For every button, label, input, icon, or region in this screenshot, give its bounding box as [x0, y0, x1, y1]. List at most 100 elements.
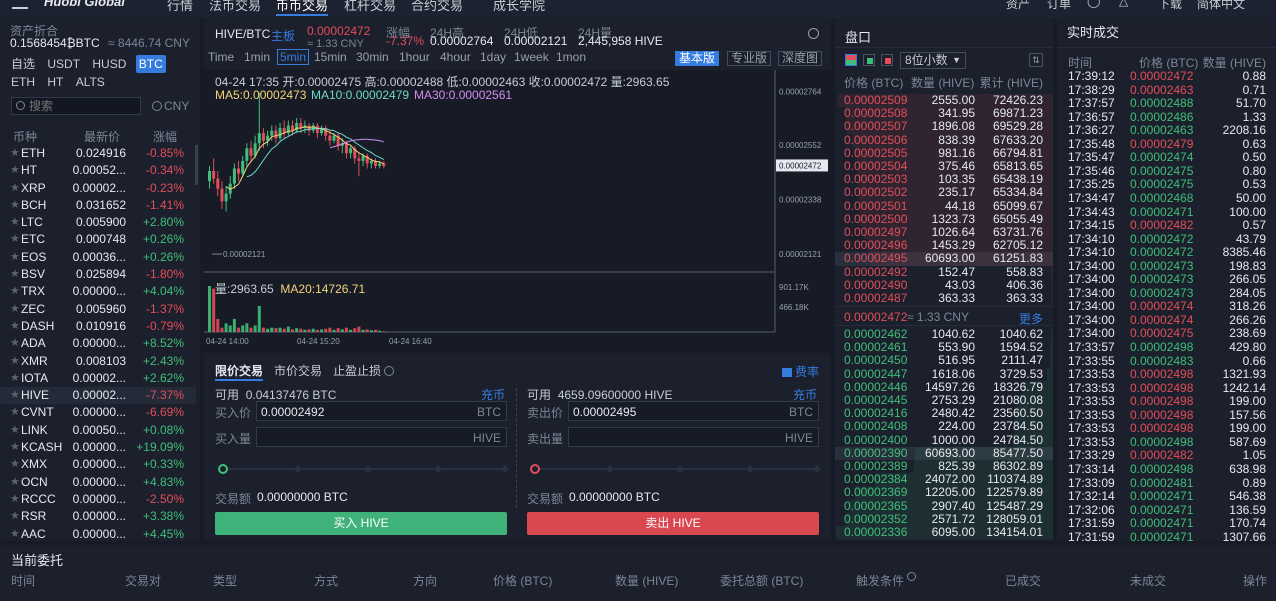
tf-1day[interactable]: 1day [480, 50, 506, 64]
book-view-asks-icon[interactable] [881, 54, 893, 66]
ask-row[interactable]: 0.00002505 981.16 66794.81 [835, 146, 1053, 160]
ask-row[interactable]: 0.00002506 838.39 67633.20 [835, 133, 1053, 147]
coin-row[interactable]: ★ LINK 0.00050... +0.08% [0, 422, 196, 439]
tf-1min[interactable]: 1min [244, 50, 270, 64]
quote-tab-husd[interactable]: HUSD [89, 55, 129, 73]
nav-download[interactable]: 下载 [1158, 0, 1182, 12]
col-price[interactable]: 最新价 [84, 128, 120, 145]
coin-row[interactable]: ★ TRX 0.00000... +4.04% [0, 283, 196, 300]
coin-row[interactable]: ★ ETC 0.000748 +0.26% [0, 231, 196, 248]
coin-row[interactable]: ★ DASH 0.010916 -0.79% [0, 318, 196, 335]
star-icon[interactable]: ★ [10, 301, 20, 318]
bid-row[interactable]: 0.00002336 6095.00 134154.01 [835, 525, 1053, 540]
star-icon[interactable]: ★ [10, 162, 20, 179]
coin-row[interactable]: ★ HT 0.00052... -0.34% [0, 162, 196, 179]
bid-row[interactable]: 0.00002446 14597.26 18326.79 [835, 380, 1053, 394]
col-change[interactable]: 涨幅 [153, 128, 177, 145]
ask-row[interactable]: 0.00002501 44.18 65099.67 [835, 199, 1053, 213]
bid-row[interactable]: 0.00002416 2480.42 23560.50 [835, 406, 1053, 421]
coin-row[interactable]: ★ BSV 0.025894 -1.80% [0, 266, 196, 283]
kline-chart[interactable]: 0.00002764 0.00002552 0.00002472 0.00002338… [204, 70, 831, 353]
buy-slider[interactable] [218, 464, 510, 474]
bid-row[interactable]: 0.00002369 12205.00 122579.89 [835, 486, 1053, 500]
quote-tab-eth[interactable]: ETH [8, 73, 38, 91]
fee-link[interactable]: 费率 [781, 363, 819, 380]
coin-row[interactable]: ★ ADA 0.00000... +8.52% [0, 335, 196, 352]
ask-row[interactable]: 0.00002507 1896.08 69529.28 [835, 120, 1053, 134]
sell-slider[interactable] [530, 464, 822, 474]
quote-tab-ht[interactable]: HT [44, 73, 66, 91]
info-icon[interactable] [384, 366, 395, 376]
ask-row[interactable]: 0.00002496 1453.29 62705.12 [835, 238, 1053, 253]
tf-4hour[interactable]: 4hour [440, 50, 471, 64]
scrollbar[interactable] [195, 145, 198, 185]
star-icon[interactable]: ★ [10, 422, 20, 439]
ask-row[interactable]: 0.00002490 43.03 406.36 [835, 278, 1053, 292]
ask-row[interactable]: 0.00002487 363.33 363.33 [835, 291, 1053, 306]
nav-assets[interactable]: 资产 [1006, 0, 1030, 12]
view-basic[interactable]: 基本版 [675, 51, 720, 66]
view-depth[interactable]: 深度图 [778, 51, 823, 66]
star-icon[interactable]: ★ [10, 370, 20, 387]
star-icon[interactable]: ★ [10, 491, 20, 508]
nav-futures[interactable]: 合约交易 [411, 0, 463, 14]
star-icon[interactable]: ★ [10, 387, 20, 404]
bid-row[interactable]: 0.00002400 1000.00 24784.50 [835, 433, 1053, 447]
star-icon[interactable]: ★ [10, 404, 20, 421]
bid-row[interactable]: 0.00002447 1618.06 3729.53 [835, 367, 1053, 381]
star-icon[interactable]: ★ [10, 456, 20, 473]
ask-row[interactable]: 0.00002495 60693.00 61251.83 [835, 252, 1053, 266]
coin-row[interactable]: ★ LTC 0.005900 +2.80% [0, 214, 196, 231]
bid-row[interactable]: 0.00002408 224.00 23784.50 [835, 420, 1053, 434]
bell-icon[interactable]: △ [1119, 0, 1128, 8]
sell-qty-input[interactable]: HIVE [568, 427, 819, 447]
slider-knob[interactable] [218, 464, 228, 474]
star-icon[interactable]: ★ [10, 266, 20, 283]
ask-row[interactable]: 0.00002500 1323.73 65055.49 [835, 212, 1053, 226]
star-icon[interactable]: ★ [10, 353, 20, 370]
merge-icon[interactable]: ⇅ [1029, 53, 1043, 67]
bid-row[interactable]: 0.00002390 60693.00 85477.50 [835, 446, 1053, 460]
quote-tab-alts[interactable]: ALTS [73, 73, 108, 91]
slider-knob[interactable] [530, 464, 540, 474]
coin-row[interactable]: ★ KCASH 0.00000... +19.09% [0, 439, 196, 456]
tf-time[interactable]: Time [208, 50, 234, 64]
bid-row[interactable]: 0.00002461 553.90 1594.52 [835, 340, 1053, 355]
tab-market[interactable]: 市价交易 [274, 362, 322, 379]
star-icon[interactable]: ★ [10, 283, 20, 300]
nav-orders[interactable]: 订单 [1047, 0, 1071, 12]
bid-row[interactable]: 0.00002365 2907.40 125487.29 [835, 499, 1053, 513]
book-view-both-icon[interactable] [845, 54, 857, 66]
star-icon[interactable]: ★ [10, 474, 20, 491]
nav-otc[interactable]: 法币交易 [209, 0, 261, 14]
coin-row[interactable]: ★ CVNT 0.00000... -6.69% [0, 404, 196, 421]
search-input[interactable] [29, 98, 139, 114]
star-icon[interactable]: ★ [10, 145, 20, 162]
user-icon[interactable]: ◯ [1087, 0, 1100, 8]
star-icon[interactable]: ★ [10, 180, 20, 197]
nav-exchange[interactable]: 币币交易 [276, 0, 329, 16]
coin-row[interactable]: ★ ETH 0.024916 -0.85% [0, 145, 196, 162]
col-coin[interactable]: 币种 [13, 128, 37, 145]
coin-row[interactable]: ★ ZEC 0.005960 -1.37% [0, 301, 196, 318]
more-link[interactable]: 更多 [1019, 310, 1043, 327]
coin-row[interactable]: ★ EOS 0.00036... +0.26% [0, 249, 196, 266]
bid-row[interactable]: 0.00002352 2571.72 128059.01 [835, 512, 1053, 526]
coin-row[interactable]: ★ BCH 0.031652 -1.41% [0, 197, 196, 214]
sell-price-input[interactable]: 0.00002495 BTC [568, 401, 819, 421]
star-icon[interactable]: ★ [10, 335, 20, 352]
ask-row[interactable]: 0.00002492 152.47 558.83 [835, 265, 1053, 279]
logo[interactable]: Huobi Global [44, 0, 125, 9]
star-icon[interactable]: ★ [10, 439, 20, 456]
info-icon[interactable] [907, 572, 917, 581]
tab-limit[interactable]: 限价交易 [215, 362, 264, 381]
coin-row[interactable]: ★ IOTA 0.00002... +2.62% [0, 370, 196, 387]
nav-markets[interactable]: 行情 [167, 0, 193, 14]
tf-1hour[interactable]: 1hour [399, 50, 430, 64]
tf-1mon[interactable]: 1mon [556, 50, 586, 64]
coin-row[interactable]: ★ XMX 0.00000... +0.33% [0, 456, 196, 473]
nav-language[interactable]: 简体中文 [1197, 0, 1245, 12]
coin-row[interactable]: ★ XMR 0.008103 +2.43% [0, 353, 196, 370]
buy-button[interactable]: 买入 HIVE [215, 512, 507, 535]
star-icon[interactable]: ★ [10, 508, 20, 525]
